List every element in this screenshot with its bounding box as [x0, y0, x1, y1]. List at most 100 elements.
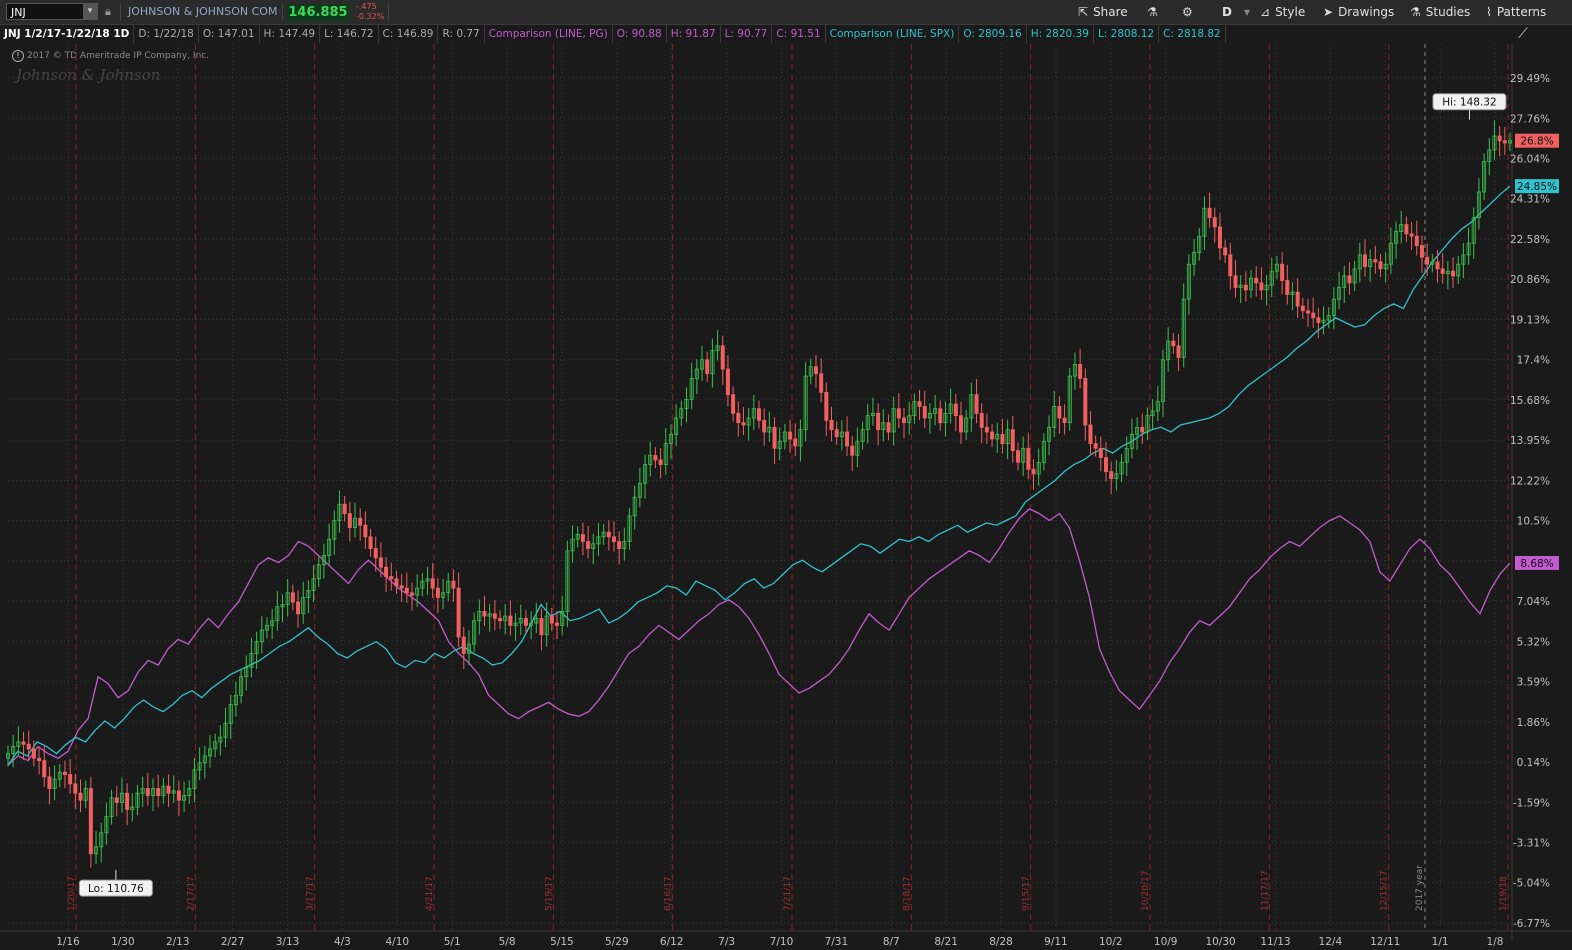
studies-button[interactable]: ⚗ Studies — [1410, 3, 1470, 21]
candle-body — [751, 408, 756, 419]
candle-body — [1414, 235, 1419, 246]
bubble-text: Lo: 110.76 — [88, 883, 144, 895]
x-tick-label: 1/16 — [56, 936, 80, 948]
patterns-label: Patterns — [1496, 5, 1547, 19]
period-dropdown-icon[interactable]: ▾ — [1244, 3, 1250, 21]
candle-body — [1497, 135, 1502, 142]
candle-body — [264, 625, 269, 631]
settings-button[interactable]: ⚙ — [1182, 3, 1198, 21]
x-tick-label: 8/7 — [883, 936, 900, 948]
candle-body — [1321, 319, 1326, 323]
candle-body — [1207, 207, 1212, 218]
candle-body — [135, 792, 140, 808]
candle-body — [881, 422, 886, 431]
candle-body — [327, 538, 332, 556]
patterns-button[interactable]: ⌇ Patterns — [1486, 3, 1546, 21]
flask-button[interactable]: ⚗ — [1147, 3, 1163, 21]
style-button[interactable]: ⊿ Style — [1260, 3, 1305, 21]
link-lock-icon[interactable]: 🔒︎ — [105, 5, 114, 19]
candle-body — [233, 694, 238, 706]
candle-body — [11, 746, 16, 754]
x-tick-label: 7/10 — [770, 936, 794, 948]
candle-body — [917, 401, 922, 407]
chart-grid — [0, 44, 1572, 941]
candle-body — [995, 433, 1000, 440]
comparison-lines — [7, 185, 1511, 766]
candle-body — [1243, 284, 1248, 291]
candle-body — [1010, 429, 1015, 452]
candle-body — [171, 790, 176, 794]
candle-body — [1383, 263, 1388, 270]
cursor-icon: ➤ — [1323, 5, 1334, 19]
info-high: H: 147.49 — [260, 25, 321, 43]
candle-body — [855, 440, 860, 456]
candle-body — [1280, 263, 1285, 281]
y-tick-label: 15.68% — [1510, 395, 1550, 407]
candle-body — [1005, 429, 1010, 445]
candle-body — [311, 578, 316, 591]
share-button[interactable]: ⇱ Share — [1078, 3, 1128, 21]
studies-label: Studies — [1425, 5, 1471, 19]
candle-body — [544, 615, 549, 636]
candle-body — [104, 816, 109, 834]
candle-body — [782, 431, 787, 442]
candle-body — [705, 359, 710, 375]
bubble-box — [78, 879, 153, 897]
candle-body — [1093, 443, 1098, 449]
alert-icon[interactable]: ! — [12, 50, 24, 62]
candle-body — [435, 587, 440, 598]
candle-body — [114, 797, 119, 803]
candle-body — [798, 429, 803, 447]
x-tick-label: 4/10 — [386, 936, 410, 948]
candle-body — [52, 778, 57, 789]
candle-body — [78, 792, 83, 801]
info-low: L: 146.72 — [320, 25, 379, 43]
chart-annotations: Hi: 148.32 Lo: 110.76 — [78, 93, 1507, 897]
event-date-label: 7/21/17 — [783, 876, 793, 911]
candle-body — [575, 534, 580, 540]
pg-series-line — [7, 508, 1511, 766]
candle-body — [746, 417, 751, 426]
drawings-button[interactable]: ➤ Drawings — [1323, 3, 1394, 21]
candle-body — [1306, 310, 1311, 314]
candle-body — [1135, 426, 1140, 435]
candle-body — [363, 524, 368, 538]
x-tick-label: 9/11 — [1044, 936, 1068, 948]
symbol-value: JNJ — [11, 6, 26, 19]
x-tick-label: 8/28 — [989, 936, 1013, 948]
y-tick-label: 1.86% — [1517, 717, 1550, 729]
candle-body — [741, 422, 746, 426]
symbol-input[interactable]: JNJ ▾ — [6, 3, 98, 20]
candle-body — [777, 440, 782, 449]
tag-text: 24.85% — [1517, 181, 1557, 193]
x-tick-label: 10/9 — [1154, 936, 1178, 948]
y-tick-label: -3.31% — [1513, 837, 1550, 849]
drawing-tool-icon[interactable]: ⟋ — [1518, 26, 1528, 42]
candle-body — [953, 403, 958, 417]
candle-body — [270, 620, 275, 626]
candle-body — [6, 753, 11, 759]
period-label: D — [1222, 5, 1232, 19]
candle-body — [736, 412, 741, 424]
spx-comparison-label[interactable]: Comparison (LINE, SPX) — [826, 25, 960, 43]
candle-body — [399, 585, 404, 589]
info-close: C: 146.89 — [379, 25, 439, 43]
period-button[interactable]: D — [1222, 3, 1232, 21]
company-name: JOHNSON & JOHNSON COM — [128, 5, 278, 18]
event-date-label: 8/18/17 — [902, 876, 912, 911]
x-tick-label: 1/1 — [1432, 936, 1449, 948]
x-axis: 1/16 1/30 2/13 2/27 3/13 4/3 4/10 5/1 5/8 5/15 5/2… — [56, 936, 1503, 948]
candle-body — [384, 566, 389, 577]
low-price-bubble: Lo: 110.76 — [78, 870, 153, 897]
symbol-dropdown-icon[interactable]: ▾ — [83, 4, 97, 19]
pg-comparison-label[interactable]: Comparison (LINE, PG) — [485, 25, 613, 43]
y-tick-label: 13.95% — [1510, 435, 1550, 447]
candle-body — [21, 741, 26, 745]
candle-body — [1352, 268, 1357, 284]
info-range: R: 0.77 — [438, 25, 485, 43]
candle-body — [1404, 224, 1409, 235]
pg-open: O: 90.88 — [613, 25, 667, 43]
candle-body — [1129, 433, 1134, 449]
price-chart[interactable]: 1/20/17 2/17/17 3/17/17 4/21/17 5/19/17 6/16/… — [0, 0, 1572, 950]
tag-text: 26.8% — [1520, 136, 1553, 148]
